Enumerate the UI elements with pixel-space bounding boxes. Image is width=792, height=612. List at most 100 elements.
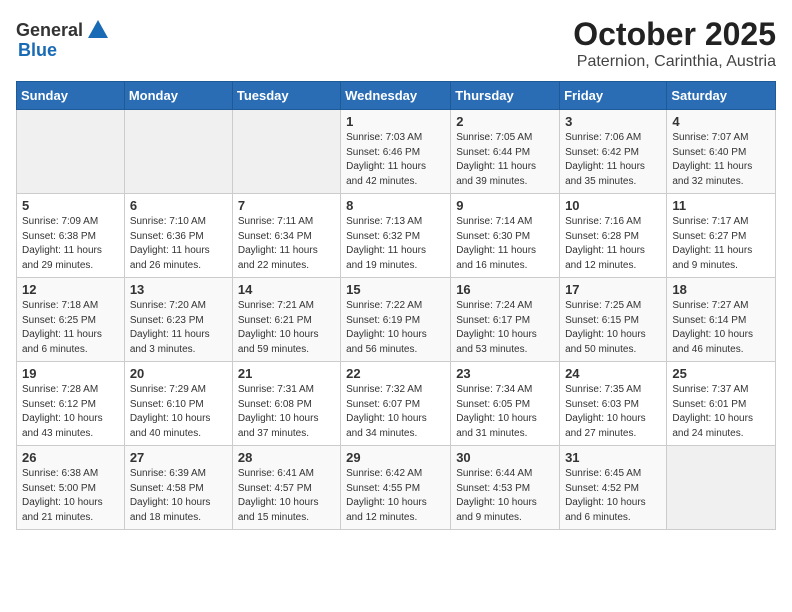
day-number: 20 <box>130 366 227 381</box>
day-number: 27 <box>130 450 227 465</box>
day-info: Sunrise: 7:16 AM Sunset: 6:28 PM Dayligh… <box>565 215 661 273</box>
calendar-day-cell: 26 Sunrise: 6:38 AM Sunset: 5:00 PM Dayli… <box>17 446 125 530</box>
calendar-day-cell: 18 Sunrise: 7:27 AM Sunset: 6:14 PM Dayli… <box>667 278 776 362</box>
weekday-header: Friday <box>560 82 667 110</box>
day-number: 30 <box>456 450 554 465</box>
day-info: Sunrise: 6:45 AM Sunset: 4:52 PM Dayligh… <box>565 467 661 525</box>
calendar-day-cell: 23 Sunrise: 7:34 AM Sunset: 6:05 PM Dayli… <box>451 362 560 446</box>
day-number: 10 <box>565 198 661 213</box>
calendar-day-cell: 28Sunrise: 6:41 AM Sunset: 4:57 PM Dayli… <box>232 446 340 530</box>
day-number: 26 <box>22 450 119 465</box>
day-number: 11 <box>672 198 770 213</box>
calendar-day-cell: 19 Sunrise: 7:28 AM Sunset: 6:12 PM Dayli… <box>17 362 125 446</box>
calendar-day-cell: 5Sunrise: 7:09 AM Sunset: 6:38 PM Daylig… <box>17 194 125 278</box>
day-number: 16 <box>456 282 554 297</box>
calendar-day-cell <box>17 110 125 194</box>
day-info: Sunrise: 7:31 AM Sunset: 6:08 PM Dayligh… <box>238 383 335 441</box>
day-number: 2 <box>456 114 554 129</box>
day-info: Sunrise: 6:39 AM Sunset: 4:58 PM Dayligh… <box>130 467 227 525</box>
day-number: 21 <box>238 366 335 381</box>
day-number: 13 <box>130 282 227 297</box>
day-info: Sunrise: 7:35 AM Sunset: 6:03 PM Dayligh… <box>565 383 661 441</box>
calendar-day-cell: 4Sunrise: 7:07 AM Sunset: 6:40 PM Daylig… <box>667 110 776 194</box>
day-number: 31 <box>565 450 661 465</box>
day-number: 25 <box>672 366 770 381</box>
day-info: Sunrise: 7:27 AM Sunset: 6:14 PM Dayligh… <box>672 299 770 357</box>
calendar-day-cell: 13 Sunrise: 7:20 AM Sunset: 6:23 PM Dayli… <box>124 278 232 362</box>
calendar-day-cell: 2 Sunrise: 7:05 AM Sunset: 6:44 PM Daylig… <box>451 110 560 194</box>
calendar-week-row: 1 Sunrise: 7:03 AM Sunset: 6:46 PM Daylig… <box>17 110 776 194</box>
calendar-day-cell: 7 Sunrise: 7:11 AM Sunset: 6:34 PM Daylig… <box>232 194 340 278</box>
day-number: 8 <box>346 198 445 213</box>
day-info: Sunrise: 7:06 AM Sunset: 6:42 PM Dayligh… <box>565 131 661 189</box>
day-info: Sunrise: 7:32 AM Sunset: 6:07 PM Dayligh… <box>346 383 445 441</box>
day-number: 22 <box>346 366 445 381</box>
calendar-day-cell: 17Sunrise: 7:25 AM Sunset: 6:15 PM Dayli… <box>560 278 667 362</box>
day-number: 9 <box>456 198 554 213</box>
calendar-day-cell: 24 Sunrise: 7:35 AM Sunset: 6:03 PM Dayli… <box>560 362 667 446</box>
calendar-subtitle: Paternion, Carinthia, Austria <box>573 53 776 71</box>
calendar-day-cell: 21 Sunrise: 7:31 AM Sunset: 6:08 PM Dayli… <box>232 362 340 446</box>
calendar-day-cell: 20Sunrise: 7:29 AM Sunset: 6:10 PM Dayli… <box>124 362 232 446</box>
calendar-day-cell: 31 Sunrise: 6:45 AM Sunset: 4:52 PM Dayli… <box>560 446 667 530</box>
day-info: Sunrise: 7:03 AM Sunset: 6:46 PM Dayligh… <box>346 131 445 189</box>
calendar-week-row: 26 Sunrise: 6:38 AM Sunset: 5:00 PM Dayli… <box>17 446 776 530</box>
calendar-day-cell: 11 Sunrise: 7:17 AM Sunset: 6:27 PM Dayli… <box>667 194 776 278</box>
calendar-day-cell <box>667 446 776 530</box>
calendar-header-row: SundayMondayTuesdayWednesdayThursdayFrid… <box>17 82 776 110</box>
day-info: Sunrise: 7:10 AM Sunset: 6:36 PM Dayligh… <box>130 215 227 273</box>
calendar-day-cell: 25 Sunrise: 7:37 AM Sunset: 6:01 PM Dayli… <box>667 362 776 446</box>
calendar-week-row: 12Sunrise: 7:18 AM Sunset: 6:25 PM Dayli… <box>17 278 776 362</box>
page-header: General Blue October 2025 Paternion, Car… <box>16 16 776 71</box>
day-info: Sunrise: 7:37 AM Sunset: 6:01 PM Dayligh… <box>672 383 770 441</box>
day-info: Sunrise: 7:24 AM Sunset: 6:17 PM Dayligh… <box>456 299 554 357</box>
day-info: Sunrise: 7:20 AM Sunset: 6:23 PM Dayligh… <box>130 299 227 357</box>
day-number: 7 <box>238 198 335 213</box>
title-block: October 2025 Paternion, Carinthia, Austr… <box>573 16 776 71</box>
day-number: 15 <box>346 282 445 297</box>
calendar-table: SundayMondayTuesdayWednesdayThursdayFrid… <box>16 81 776 530</box>
calendar-day-cell: 27 Sunrise: 6:39 AM Sunset: 4:58 PM Dayli… <box>124 446 232 530</box>
day-number: 1 <box>346 114 445 129</box>
calendar-day-cell <box>232 110 340 194</box>
day-number: 29 <box>346 450 445 465</box>
calendar-week-row: 19 Sunrise: 7:28 AM Sunset: 6:12 PM Dayli… <box>17 362 776 446</box>
calendar-day-cell: 29 Sunrise: 6:42 AM Sunset: 4:55 PM Dayli… <box>341 446 451 530</box>
day-number: 4 <box>672 114 770 129</box>
day-info: Sunrise: 7:11 AM Sunset: 6:34 PM Dayligh… <box>238 215 335 273</box>
calendar-week-row: 5Sunrise: 7:09 AM Sunset: 6:38 PM Daylig… <box>17 194 776 278</box>
calendar-day-cell: 12Sunrise: 7:18 AM Sunset: 6:25 PM Dayli… <box>17 278 125 362</box>
day-number: 23 <box>456 366 554 381</box>
day-number: 19 <box>22 366 119 381</box>
day-info: Sunrise: 7:05 AM Sunset: 6:44 PM Dayligh… <box>456 131 554 189</box>
day-number: 17 <box>565 282 661 297</box>
logo-text: General Blue <box>16 16 113 61</box>
weekday-header: Wednesday <box>341 82 451 110</box>
day-number: 18 <box>672 282 770 297</box>
day-info: Sunrise: 7:28 AM Sunset: 6:12 PM Dayligh… <box>22 383 119 441</box>
weekday-header: Sunday <box>17 82 125 110</box>
weekday-header: Thursday <box>451 82 560 110</box>
day-number: 24 <box>565 366 661 381</box>
weekday-header: Saturday <box>667 82 776 110</box>
day-info: Sunrise: 6:38 AM Sunset: 5:00 PM Dayligh… <box>22 467 119 525</box>
calendar-day-cell: 30Sunrise: 6:44 AM Sunset: 4:53 PM Dayli… <box>451 446 560 530</box>
calendar-day-cell: 1 Sunrise: 7:03 AM Sunset: 6:46 PM Daylig… <box>341 110 451 194</box>
day-number: 28 <box>238 450 335 465</box>
day-info: Sunrise: 7:14 AM Sunset: 6:30 PM Dayligh… <box>456 215 554 273</box>
logo: General Blue <box>16 16 113 61</box>
calendar-day-cell: 22 Sunrise: 7:32 AM Sunset: 6:07 PM Dayli… <box>341 362 451 446</box>
day-number: 14 <box>238 282 335 297</box>
weekday-header: Tuesday <box>232 82 340 110</box>
calendar-day-cell: 10 Sunrise: 7:16 AM Sunset: 6:28 PM Dayli… <box>560 194 667 278</box>
day-info: Sunrise: 6:42 AM Sunset: 4:55 PM Dayligh… <box>346 467 445 525</box>
day-info: Sunrise: 7:21 AM Sunset: 6:21 PM Dayligh… <box>238 299 335 357</box>
calendar-day-cell: 8Sunrise: 7:13 AM Sunset: 6:32 PM Daylig… <box>341 194 451 278</box>
day-info: Sunrise: 7:18 AM Sunset: 6:25 PM Dayligh… <box>22 299 119 357</box>
day-number: 5 <box>22 198 119 213</box>
logo-blue: Blue <box>18 40 57 61</box>
calendar-day-cell: 14 Sunrise: 7:21 AM Sunset: 6:21 PM Dayli… <box>232 278 340 362</box>
day-info: Sunrise: 7:34 AM Sunset: 6:05 PM Dayligh… <box>456 383 554 441</box>
day-info: Sunrise: 7:17 AM Sunset: 6:27 PM Dayligh… <box>672 215 770 273</box>
logo-icon <box>84 16 112 44</box>
